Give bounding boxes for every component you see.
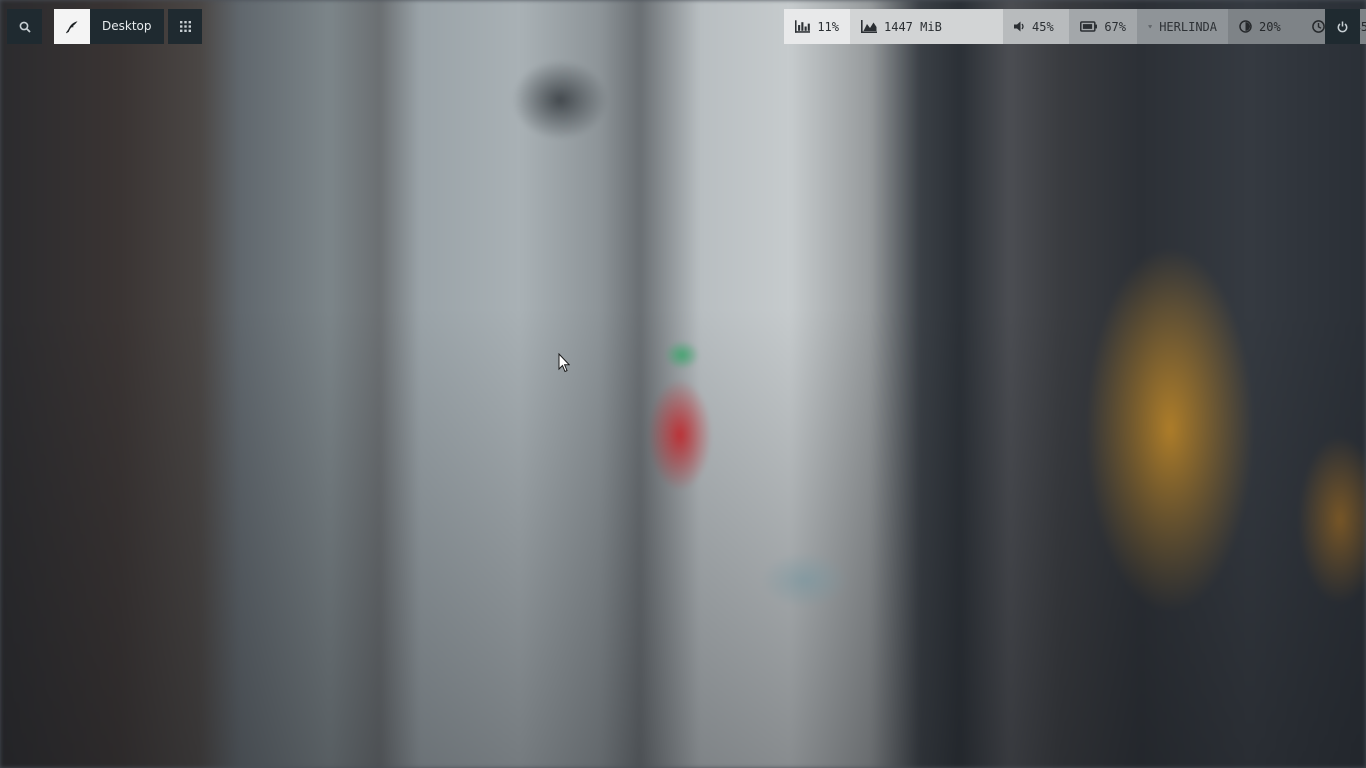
search-button[interactable] [7,9,42,44]
feather-icon [66,20,78,33]
brightness-value: 20% [1259,19,1281,34]
workspace-icon-box [54,9,90,44]
desktop-wallpaper [0,0,1366,768]
area-chart-icon [861,20,877,33]
volume-value: 45% [1032,19,1054,34]
search-icon [19,21,31,33]
volume-indicator[interactable]: 45% [1003,9,1069,44]
brightness-icon [1239,20,1252,33]
clock-icon [1312,20,1325,33]
power-icon [1337,21,1348,32]
workspace-label: Desktop [102,19,152,33]
brightness-indicator[interactable]: 20% [1228,9,1301,44]
memory-indicator[interactable]: 1447 MiB [850,9,1003,44]
mouse-cursor-icon [558,353,570,373]
status-bar: 11% 1447 MiB 45% 67% HERLINDA 20% [784,9,1366,44]
network-indicator[interactable]: HERLINDA [1137,9,1228,44]
speaker-icon [1014,21,1024,32]
cpu-value: 11% [817,19,839,34]
apps-button[interactable] [168,9,202,44]
workspace-switcher[interactable]: Desktop [54,9,164,44]
battery-icon [1080,21,1098,32]
bar-chart-icon [795,20,811,33]
cpu-indicator[interactable]: 11% [784,9,850,44]
network-value: HERLINDA [1159,19,1217,34]
power-button[interactable] [1325,9,1360,44]
memory-value: 1447 MiB [884,19,942,34]
wifi-icon [1148,25,1153,29]
battery-value: 67% [1104,19,1126,34]
grid-icon [179,21,191,32]
battery-indicator[interactable]: 67% [1069,9,1137,44]
